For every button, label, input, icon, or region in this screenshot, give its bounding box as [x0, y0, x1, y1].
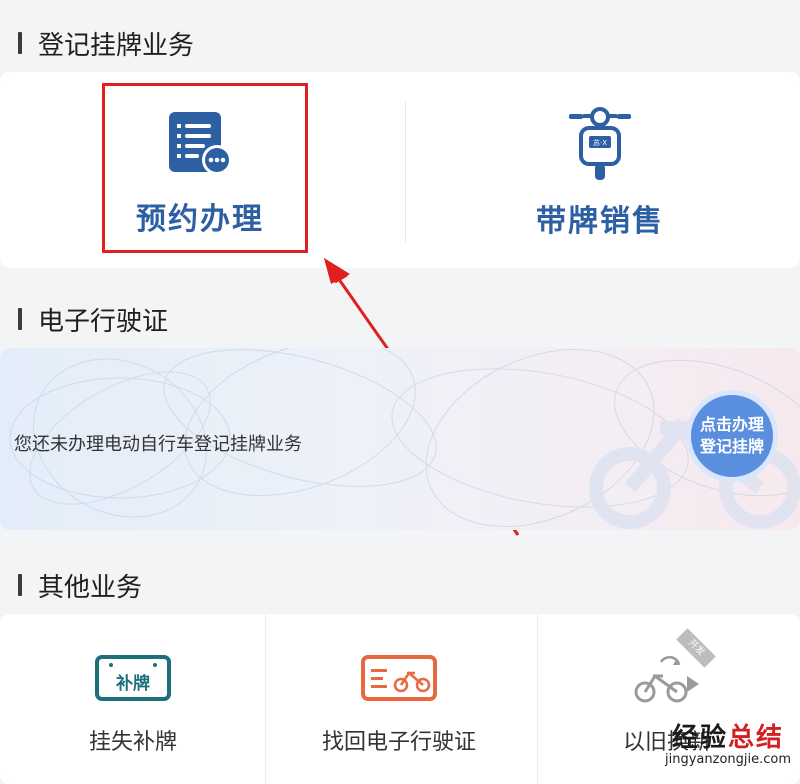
trade-in-icon: [629, 652, 705, 704]
section-bar: [18, 308, 22, 330]
section-bar: [18, 574, 22, 596]
apply-register-button[interactable]: 点击办理 登记挂牌: [686, 390, 778, 482]
site-watermark: 经验总结 jingyanzongjie.com: [665, 725, 791, 766]
replace-plate-item[interactable]: 补牌 挂失补牌: [0, 614, 266, 784]
section-title-license: 电子行驶证: [18, 304, 168, 337]
license-recover-icon: [361, 652, 437, 704]
apply-line2: 登记挂牌: [699, 437, 764, 456]
license-status-text: 您还未办理电动自行车登记挂牌业务: [14, 434, 302, 455]
replace-plate-label: 挂失补牌: [88, 730, 177, 755]
plate-replace-icon: 补牌: [95, 652, 171, 704]
watermark-logo: 经验总结: [671, 723, 785, 753]
recover-license-item[interactable]: 找回电子行驶证: [266, 614, 532, 784]
watermark-url: jingyanzongjie.com: [665, 752, 792, 767]
svg-text:补牌: 补牌: [115, 673, 150, 694]
e-license-card[interactable]: 您还未办理电动自行车登记挂牌业务: [0, 348, 800, 530]
recover-license-label: 找回电子行驶证: [321, 730, 476, 755]
section-title-text: 其他业务: [38, 572, 143, 603]
section-title-text: 电子行驶证: [38, 306, 169, 337]
section-title-other: 其他业务: [18, 570, 142, 603]
apply-line1: 点击办理: [699, 415, 764, 434]
